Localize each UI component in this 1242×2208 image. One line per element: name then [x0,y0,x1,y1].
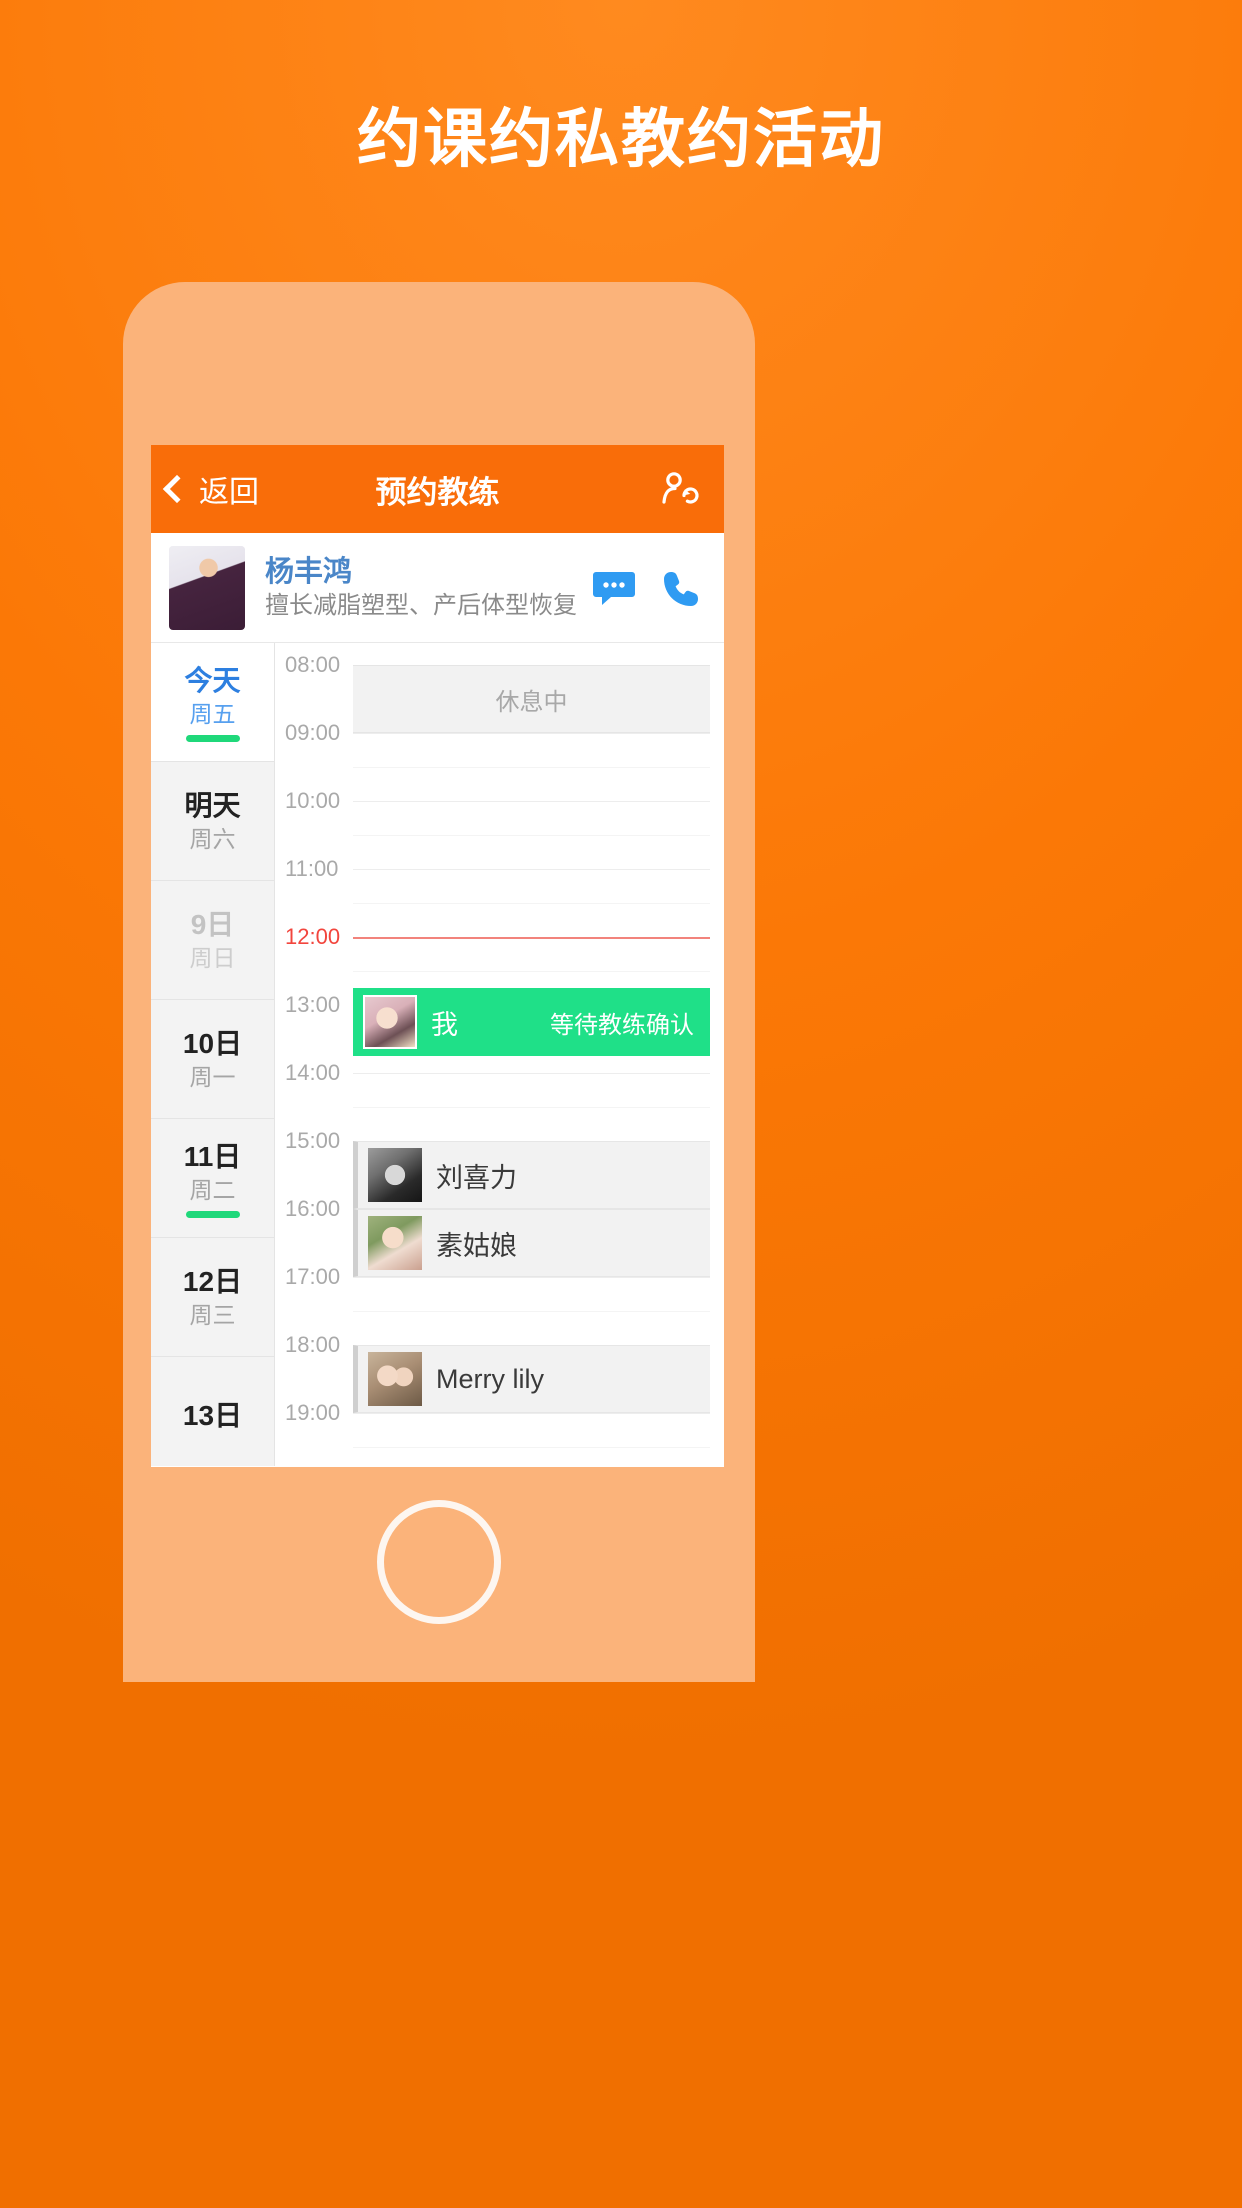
back-button-label: 返回 [199,476,259,509]
day-weekday: 周二 [189,1176,236,1203]
booking-name: 刘喜力 [436,1162,517,1193]
day-title: 13日 [182,1400,243,1432]
day-item-1[interactable]: 明天 周六 [151,762,274,881]
coach-info: 杨丰鸿 擅长减脂塑型、产后体型恢复... [265,554,578,621]
avatar-image [368,1352,422,1406]
day-availability-underline [185,734,240,742]
time-label-1600: 16:00 [285,1196,341,1221]
day-weekday: 周五 [189,700,236,727]
coach-name: 杨丰鸿 [265,555,353,588]
timeline-grid[interactable]: 08:00 09:00 10:00 11:00 12:00 13:00 14:00 15:00… [275,643,724,1466]
day-title: 11日 [183,1141,242,1173]
coach-actions [592,568,706,608]
hour-gridline [353,1277,710,1278]
time-label-0800: 08:00 [285,652,341,677]
day-weekday: 周日 [189,944,236,971]
day-item-2[interactable]: 9日周日 [151,881,274,1000]
avatar-image [368,1216,422,1270]
back-button[interactable]: 返回 [162,467,259,511]
day-selector-list[interactable]: 今天 周五 明天 周六 9日 周日 10日 周一 11日 周二 12日 周三 13日 [151,643,275,1466]
hour-gridline [353,869,710,870]
home-button[interactable] [377,1500,501,1624]
booking-name: 我 [431,1009,458,1040]
navigation-bar: 返回 预约教练 [151,445,724,533]
event-my-booking[interactable]: 我 等待教练确认 [353,988,710,1056]
day-title: 12日 [182,1266,243,1298]
half-hour-gridline [353,971,710,972]
day-item-0[interactable]: 今天 周五 [151,643,274,762]
day-title: 今天 [184,665,241,697]
day-title: 10日 [182,1028,243,1060]
booking-person: 我 [363,995,458,1049]
day-weekday: 周六 [189,825,236,852]
time-label-1300: 13:00 [285,992,341,1017]
avatar [368,1148,422,1202]
app-screen: 返回 预约教练 杨丰鸿 擅长减脂塑型、产后体型恢复... 今天 周五 明天 周六… [151,445,724,1467]
day-item-5[interactable]: 12日周三 [151,1238,274,1357]
schedule-area: 今天 周五 明天 周六 9日 周日 10日 周一 11日 周二 12日 周三 13日 08:00 09:0… [151,643,724,1466]
day-item-4[interactable]: 11日周二 [151,1119,274,1238]
time-label-1200: 12:00 [285,924,341,949]
avatar-image [368,1148,422,1202]
day-availability-underline [185,1210,240,1218]
call-button[interactable] [662,568,706,608]
promo-headline: 约课约私教约活动 [357,103,885,175]
event-booked[interactable]: 素姑娘 [353,1209,710,1277]
day-title: 明天 [184,790,241,822]
hour-gridline [353,733,710,734]
day-weekday: 周三 [189,1301,236,1328]
avatar-image [365,997,415,1047]
day-item-6[interactable]: 13日 [151,1357,274,1466]
booking-name: 素姑娘 [436,1230,517,1261]
switch-coach-button[interactable] [658,467,702,511]
time-label-1700: 17:00 [285,1264,341,1289]
time-label-1400: 14:00 [285,1060,341,1085]
time-label-1100: 11:00 [285,856,339,881]
hour-gridline [353,1413,710,1414]
avatar [363,995,417,1049]
time-label-1500: 15:00 [285,1128,341,1153]
hour-gridline [353,801,710,802]
half-hour-gridline [353,835,710,836]
coach-avatar [169,545,245,630]
booking-name: Merry lily [436,1363,544,1394]
time-label-1000: 10:00 [285,788,341,813]
time-label-0900: 09:00 [285,720,341,745]
rest-label: 休息中 [495,688,568,716]
half-hour-gridline [353,767,710,768]
current-time-indicator [353,937,710,939]
event-rest[interactable]: 休息中 [353,665,710,733]
coach-description: 擅长减脂塑型、产后体型恢复... [265,592,578,620]
day-weekday: 周一 [189,1063,236,1090]
message-button[interactable] [592,568,636,608]
avatar [368,1216,422,1270]
phone-icon [664,571,698,606]
day-item-3[interactable]: 10日周一 [151,1000,274,1119]
event-booked[interactable]: Merry lily [353,1345,710,1413]
hour-gridline [353,1073,710,1074]
time-label-1900: 19:00 [285,1400,341,1425]
half-hour-gridline [353,1311,710,1312]
event-booked[interactable]: 刘喜力 [353,1141,710,1209]
avatar [368,1352,422,1406]
status-badge: 等待教练确认 [550,1011,694,1039]
half-hour-gridline [353,1107,710,1108]
message-bubble-icon [593,571,635,605]
day-title: 9日 [190,909,235,941]
coach-card[interactable]: 杨丰鸿 擅长减脂塑型、产后体型恢复... [151,533,724,643]
switch-coach-icon [662,472,699,504]
half-hour-gridline [353,1447,710,1448]
chevron-left-icon [162,474,192,504]
time-label-1800: 18:00 [285,1332,341,1357]
coach-avatar-image [169,545,245,630]
half-hour-gridline [353,903,710,904]
